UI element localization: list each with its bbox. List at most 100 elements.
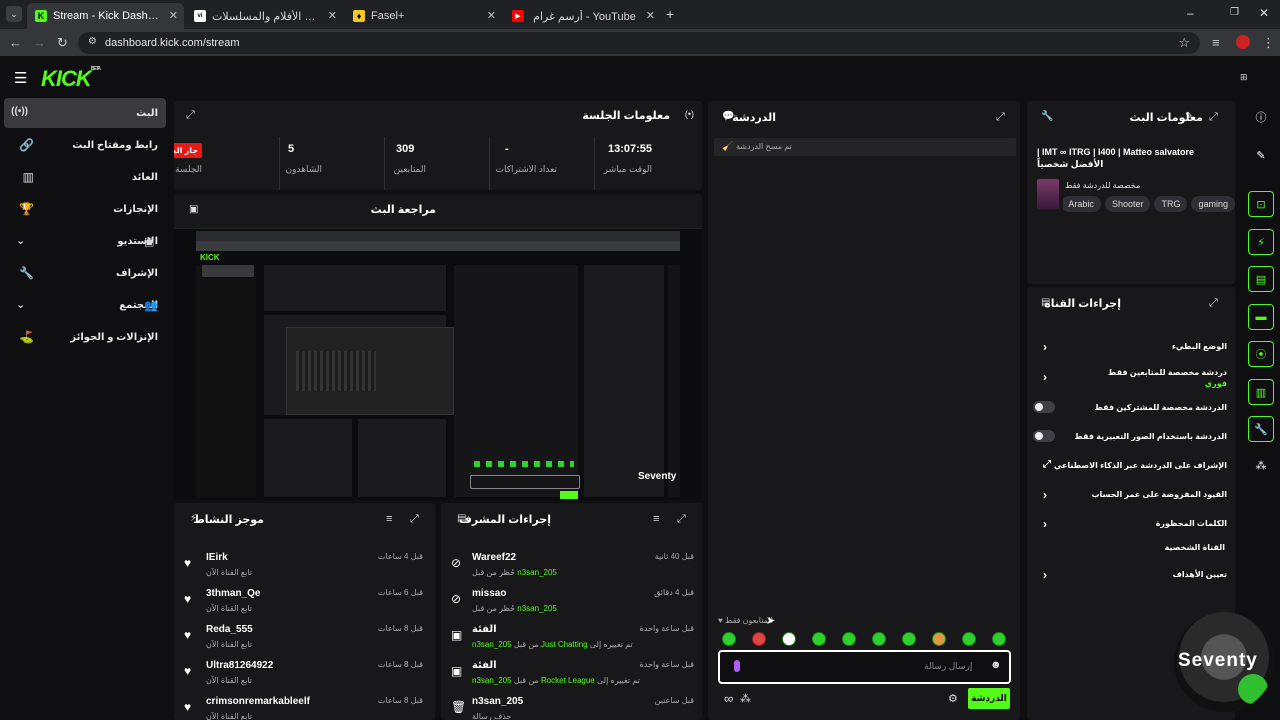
stat-session: جار البثالجلسة xyxy=(174,143,202,175)
chevron-down-icon: ⌄ xyxy=(16,235,26,247)
notes-icon[interactable]: ▤ xyxy=(1248,266,1274,292)
studio-icon: ▣ xyxy=(144,236,155,248)
emote-icon[interactable] xyxy=(872,632,886,646)
seventy-watermark: Seventy xyxy=(1174,612,1274,712)
emotes-only-toggle[interactable] xyxy=(1033,430,1055,442)
sidebar-item-studio[interactable]: ⌄ ▣ الاستديو xyxy=(4,226,166,256)
filter-icon[interactable]: ≡ xyxy=(653,513,659,525)
profile-avatar[interactable] xyxy=(1236,35,1250,49)
subscribers-only-toggle[interactable] xyxy=(1033,401,1055,413)
sidebar-item-moderation[interactable]: 🔧 الإشراف xyxy=(4,258,166,288)
expand-icon[interactable]: ⤢ xyxy=(1209,297,1218,310)
chat-icon[interactable]: ▬ xyxy=(1248,304,1274,330)
browser-menu-icon[interactable]: ⋮ xyxy=(1262,35,1275,51)
bookmark-star-icon[interactable]: ☆ xyxy=(1178,35,1190,51)
document-icon: ▤ xyxy=(457,513,467,524)
stream-info-panel: ⤢ ✎ معلومات البث 🔧 IMT ∞ ITRG | I400 | M… xyxy=(1027,101,1235,284)
preview-icon: ▣ xyxy=(189,204,199,215)
tag-chip[interactable]: Arabic xyxy=(1063,196,1101,212)
emote-icon[interactable] xyxy=(782,632,796,646)
youtube-favicon-icon: ▶ xyxy=(512,10,524,22)
sidebar-item-revenue[interactable]: ▥ العائد xyxy=(4,162,166,192)
tag-chip[interactable]: TRG xyxy=(1154,196,1188,212)
list-item: ♥ IEirk تابع القناة الآن قبل 4 ساعات xyxy=(174,548,435,584)
tag-chip[interactable]: gaming xyxy=(1191,196,1235,212)
close-tab-icon[interactable]: ✕ xyxy=(169,9,178,22)
reload-icon[interactable]: ↻ xyxy=(57,35,68,51)
browser-tab[interactable]: vi شاهد أفضل الأفلام والمسلسلات ✕ xyxy=(186,3,343,29)
emote-icon[interactable] xyxy=(842,632,856,646)
mouse-cursor-icon: ➤ xyxy=(766,615,776,627)
tab-search-button[interactable]: ⌄ xyxy=(6,6,22,22)
emote-icon[interactable] xyxy=(752,632,766,646)
emote-icon[interactable] xyxy=(722,632,736,646)
emoji-icon[interactable]: ☻ xyxy=(990,659,1002,671)
sidebar-item-achievements[interactable]: 🏆 الإنجازات xyxy=(4,194,166,224)
emote-icon[interactable] xyxy=(812,632,826,646)
session-info-panel: ⤢ معلومات الجلسة (•) 13:07:55 الوقت مباشر… xyxy=(174,101,702,190)
site-info-icon[interactable]: ⚙ xyxy=(88,36,97,47)
followers-only-row[interactable]: › دردشة مخصصة للمتابعين فقط فوري xyxy=(1037,366,1227,396)
new-tab-icon[interactable]: + xyxy=(666,6,674,22)
emote-icon[interactable] xyxy=(902,632,916,646)
section-label: القناة الشخصية xyxy=(1164,543,1225,552)
list-item: ⊘ Wareef22 حُظر من قبل n3san_205 قبل 40 … xyxy=(441,548,702,584)
stream-preview-video[interactable]: KICK Seventy xyxy=(174,228,702,500)
url-input[interactable]: ⚙ dashboard.kick.com/stream ☆ xyxy=(78,32,1200,54)
expand-icon[interactable]: ⤢ xyxy=(410,513,419,526)
sidebar-item-community[interactable]: ⌄ 👥 المجتمع xyxy=(4,290,166,320)
emote-bar xyxy=(708,101,1020,720)
panel-title: موجز النشاط xyxy=(193,514,264,526)
settings-gear-icon[interactable]: ⚙ xyxy=(948,692,958,705)
browser-tab[interactable]: ▶ أرسم غرام - YouTube ✕ xyxy=(504,3,661,29)
maximize-icon[interactable]: ❐ xyxy=(1230,7,1239,18)
list-item: ♥ crimsonremarkableelf تابع القناة الآن … xyxy=(174,692,435,720)
sidebar-item-drops[interactable]: ⛳ الإنزالات و الجوائز xyxy=(4,322,166,352)
layout-icon[interactable]: ▥ xyxy=(1248,379,1274,405)
emote-icon[interactable] xyxy=(962,632,976,646)
sidebar-item-stream[interactable]: ((•)) البث xyxy=(4,98,166,128)
info-icon[interactable]: ⓘ xyxy=(1248,104,1274,130)
revenue-icon: ▥ xyxy=(22,170,34,184)
edit-icon[interactable]: ✎ xyxy=(1248,142,1274,168)
forward-icon[interactable]: → xyxy=(33,35,46,50)
clip-icon[interactable]: ⊡ xyxy=(1248,191,1274,217)
stat-subscriptions: - تعداد الاشتراكات xyxy=(495,143,557,174)
close-tab-icon[interactable]: ✕ xyxy=(646,9,655,22)
menu-hamburger-icon[interactable]: ☰ xyxy=(14,69,27,87)
kick-logo[interactable]: KICKBETA xyxy=(41,66,101,92)
filter-icon[interactable]: ≡ xyxy=(386,513,392,525)
header-action-icon[interactable]: ⊞ xyxy=(1240,72,1248,83)
emote-icon[interactable] xyxy=(932,632,946,646)
stat-live-time: 13:07:55 الوقت مباشر xyxy=(603,143,652,174)
minimize-icon[interactable]: – xyxy=(1187,6,1194,20)
community-icon[interactable]: ⁂ xyxy=(1248,452,1274,478)
community-icon[interactable]: ⁂ xyxy=(740,692,751,705)
expand-icon[interactable]: ⤢ xyxy=(677,513,686,526)
browser-tab[interactable]: ♦ Fasel+ ✕ xyxy=(345,3,502,29)
chat-input[interactable]: إرسال رسالة ☻ xyxy=(718,650,1011,684)
close-window-icon[interactable]: ✕ xyxy=(1259,6,1269,20)
expand-icon[interactable]: ⤢ xyxy=(1209,111,1218,124)
broadcast-icon[interactable]: ⦿ xyxy=(1248,341,1274,367)
sidebar-item-stream-key[interactable]: 🔗 رابط ومفتاح البث xyxy=(4,130,166,160)
expand-icon[interactable]: ⤢ xyxy=(186,109,195,122)
browser-tab[interactable]: K Stream - Kick Dashboard ✕ xyxy=(27,3,184,29)
emote-icon[interactable] xyxy=(992,632,1006,646)
close-tab-icon[interactable]: ✕ xyxy=(328,9,337,22)
tag-chip[interactable]: Shooter xyxy=(1104,196,1151,212)
channel-icon: ▤ xyxy=(1041,297,1051,308)
trophy-icon: 🏆 xyxy=(19,202,34,216)
wrench-icon[interactable]: 🔧 xyxy=(1248,416,1274,442)
sidebar: ((•)) البث 🔗 رابط ومفتاح البث ▥ العائد 🏆… xyxy=(0,98,170,720)
mic-icon[interactable] xyxy=(734,660,740,672)
back-icon[interactable]: ← xyxy=(9,35,22,50)
bolt-icon[interactable]: ⚡ xyxy=(1248,229,1274,255)
list-item: ▣ الفئة تم تغييره إلى Rocket League من ق… xyxy=(441,656,702,692)
infinity-icon[interactable]: ∞ xyxy=(724,691,733,706)
chat-send-button[interactable]: الدردشة xyxy=(968,688,1010,709)
stream-category: مخصصة للدردشة فقط xyxy=(1065,181,1141,190)
extensions-icon[interactable]: ≡ xyxy=(1212,35,1220,50)
chat-panel: ⤢ الدردشة 💬 🧹 تم مسح الدردشة ♥ المتابعون… xyxy=(708,101,1020,720)
close-tab-icon[interactable]: ✕ xyxy=(487,9,496,22)
